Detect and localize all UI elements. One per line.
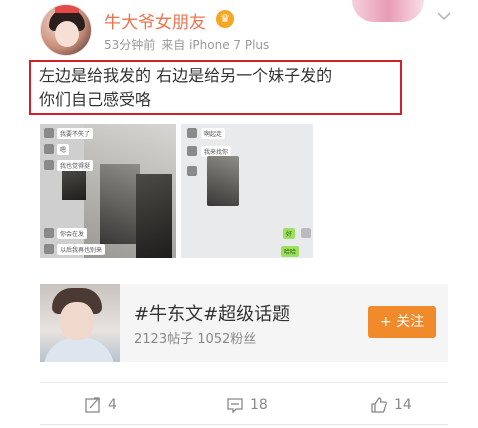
chat-bubble: 我要不失了 bbox=[57, 128, 94, 139]
post-image-left[interactable]: 我要不失了 嗯 我也觉得挺 你会在发 以后我再也别来 bbox=[40, 124, 176, 258]
post-time: 53分钟前 bbox=[104, 38, 156, 52]
chat-bubble: 你会在发 bbox=[57, 228, 88, 239]
chat-avatar bbox=[44, 128, 54, 138]
chat-bubble: 啊起走 bbox=[201, 128, 226, 139]
chat-avatar bbox=[44, 244, 54, 254]
repost-button[interactable]: 4 bbox=[84, 394, 117, 416]
follow-button[interactable]: + 关注 bbox=[368, 306, 436, 338]
chat-bubble: 我也觉得挺 bbox=[57, 160, 94, 171]
divider bbox=[40, 382, 448, 383]
chat-avatar bbox=[187, 166, 197, 176]
chat-avatar bbox=[44, 160, 54, 170]
comment-button[interactable]: 18 bbox=[226, 394, 268, 416]
topic-title[interactable]: #牛东文#超级话题 bbox=[134, 300, 290, 326]
weibo-post: 牛大爷女朋友 ♛ 53分钟前 来自 iPhone 7 Plus 左边是给我发的 右… bbox=[0, 0, 478, 428]
chat-bubble-self: 好 bbox=[283, 228, 296, 239]
chat-bubble-self: 哈哈 bbox=[281, 246, 300, 257]
like-icon bbox=[371, 397, 387, 413]
avatar-face bbox=[55, 21, 79, 47]
vip-crown-icon: ♛ bbox=[216, 10, 234, 28]
card-decoration bbox=[352, 0, 424, 22]
photo-person bbox=[100, 164, 140, 244]
chat-photo bbox=[207, 156, 239, 206]
chat-avatar bbox=[301, 228, 311, 238]
bottom-divider bbox=[40, 424, 448, 425]
chat-avatar bbox=[187, 146, 197, 156]
username[interactable]: 牛大爷女朋友 bbox=[104, 8, 206, 33]
chat-avatar bbox=[44, 228, 54, 238]
chat-avatar bbox=[187, 128, 197, 138]
chat-bubble: 嗯 bbox=[57, 144, 70, 155]
like-button[interactable]: 14 bbox=[370, 394, 412, 416]
repost-count: 4 bbox=[108, 397, 117, 413]
post-image-right[interactable]: 啊起走 我来找你 好 哈哈 bbox=[181, 124, 313, 258]
topic-stats: 2123帖子 1052粉丝 bbox=[134, 332, 257, 347]
post-source: 来自 iPhone 7 Plus bbox=[161, 38, 270, 52]
post-meta: 53分钟前 来自 iPhone 7 Plus bbox=[104, 36, 269, 53]
post-text-line: 左边是给我发的 右边是给另一个妹子发的 bbox=[39, 66, 333, 85]
topic-thumbnail bbox=[40, 284, 120, 362]
like-count: 14 bbox=[394, 397, 412, 413]
comment-count: 18 bbox=[250, 397, 268, 413]
thumb-body bbox=[44, 338, 114, 362]
chevron-down-icon[interactable] bbox=[434, 6, 454, 26]
avatar[interactable] bbox=[40, 4, 92, 56]
chat-bubble: 以后我再也别来 bbox=[57, 244, 106, 255]
chat-avatar bbox=[44, 144, 54, 154]
comment-icon bbox=[227, 398, 243, 414]
post-text-line: 你们自己感受咯 bbox=[39, 90, 152, 109]
thumb-face bbox=[60, 302, 94, 340]
post-text: 左边是给我发的 右边是给另一个妹子发的 你们自己感受咯 bbox=[29, 60, 402, 115]
photo-person bbox=[136, 174, 172, 258]
photo-thumbnail bbox=[62, 170, 86, 200]
repost-icon bbox=[85, 397, 100, 413]
avatar-badge bbox=[55, 5, 79, 13]
topic-card[interactable]: #牛东文#超级话题 2123帖子 1052粉丝 + 关注 bbox=[40, 284, 448, 362]
